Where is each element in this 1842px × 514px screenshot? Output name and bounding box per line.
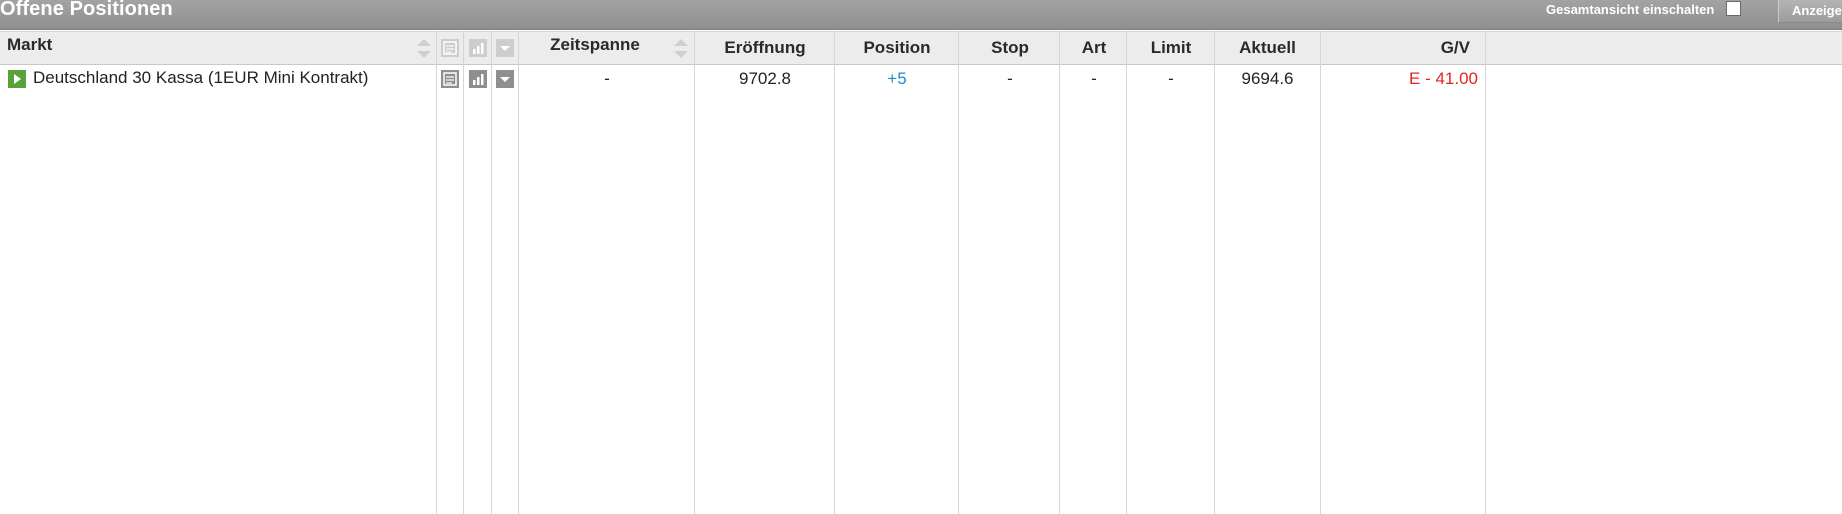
expand-arrow-icon[interactable] xyxy=(8,70,26,88)
sort-market-icon[interactable] xyxy=(417,39,431,61)
column-divider xyxy=(491,31,492,514)
panel-title: Offene Positionen xyxy=(0,0,173,20)
column-header-timespan[interactable]: Zeitspanne xyxy=(520,35,670,67)
column-header-opening[interactable]: Eröffnung xyxy=(696,38,834,70)
column-header-type[interactable]: Art xyxy=(1061,38,1127,70)
column-divider xyxy=(1214,31,1215,514)
dropdown-icon[interactable] xyxy=(496,70,514,88)
sort-timespan-icon[interactable] xyxy=(674,39,688,61)
column-divider xyxy=(1485,31,1486,514)
column-divider xyxy=(834,31,835,514)
column-divider xyxy=(1126,31,1127,514)
column-header-stop[interactable]: Stop xyxy=(960,38,1060,70)
column-divider xyxy=(1320,31,1321,514)
column-divider xyxy=(436,31,437,514)
row-current: 9694.6 xyxy=(1241,69,1294,88)
column-header-market[interactable]: Markt xyxy=(7,35,52,67)
panel-titlebar: Offene Positionen Gesamtansicht einschal… xyxy=(0,0,1842,30)
column-divider xyxy=(694,31,695,514)
row-timespan: - xyxy=(604,69,610,88)
row-profit-loss: E - 41.00 xyxy=(1409,69,1478,88)
row-limit[interactable]: - xyxy=(1128,69,1214,89)
dropdown-icon[interactable] xyxy=(496,39,514,57)
column-header-limit[interactable]: Limit xyxy=(1128,38,1214,70)
table-header: Markt Zeitspanne Eröffnung Position Stop… xyxy=(0,31,1842,65)
row-type: - xyxy=(1091,69,1097,88)
column-divider xyxy=(1059,31,1060,514)
show-button[interactable]: Anzeige xyxy=(1778,0,1842,23)
column-header-position[interactable]: Position xyxy=(835,38,959,70)
news-icon[interactable] xyxy=(441,39,459,57)
column-divider xyxy=(958,31,959,514)
row-position: +5 xyxy=(887,69,907,88)
row-stop[interactable]: - xyxy=(960,69,1060,89)
overview-toggle-label: Gesamtansicht einschalten xyxy=(1546,2,1715,17)
overview-toggle-checkbox[interactable] xyxy=(1726,1,1741,16)
chart-icon[interactable] xyxy=(469,70,487,88)
news-icon[interactable] xyxy=(441,70,459,88)
column-header-pl[interactable]: G/V xyxy=(1321,38,1470,70)
row-opening: 9702.8 xyxy=(739,69,791,88)
column-divider xyxy=(463,31,464,514)
column-divider xyxy=(518,31,519,514)
column-header-current[interactable]: Aktuell xyxy=(1215,38,1320,70)
chart-icon[interactable] xyxy=(469,39,487,57)
row-market-name[interactable]: Deutschland 30 Kassa (1EUR Mini Kontrakt… xyxy=(33,68,368,88)
